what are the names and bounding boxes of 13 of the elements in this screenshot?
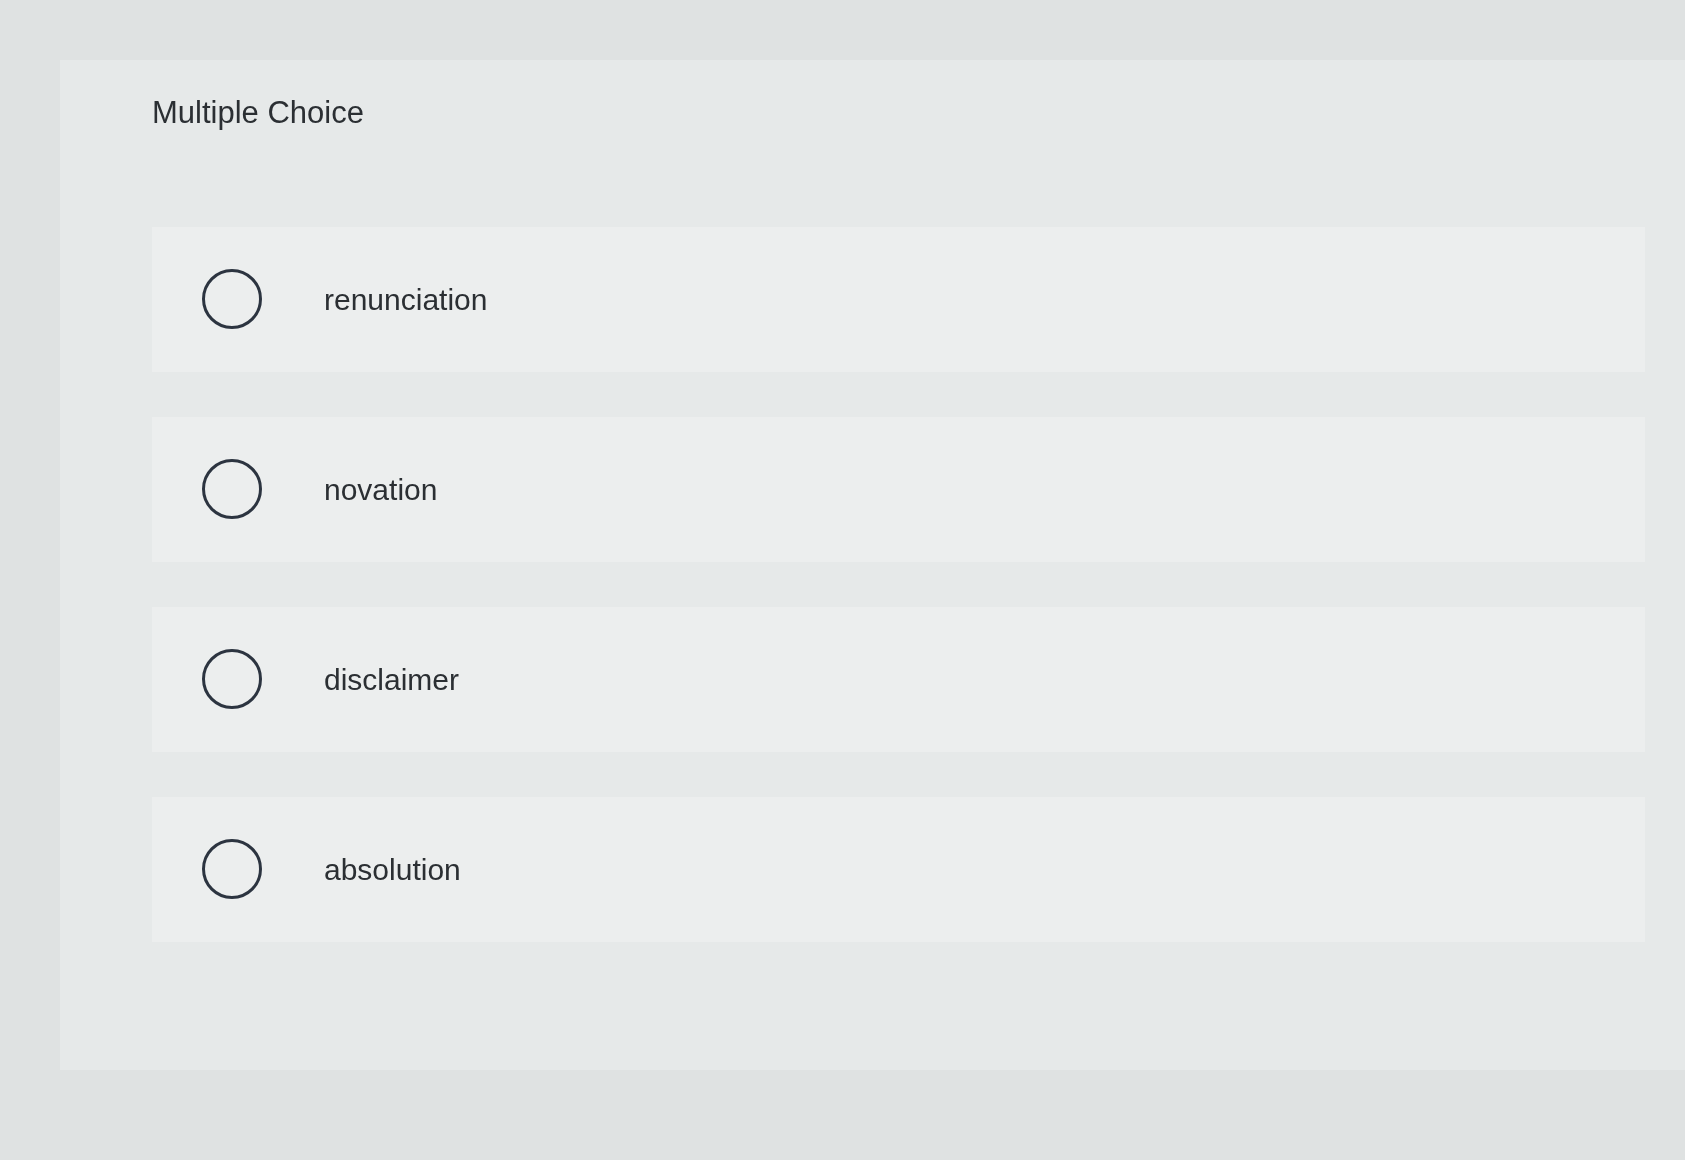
radio-button[interactable] <box>202 839 262 899</box>
radio-button[interactable] <box>202 459 262 519</box>
answer-option[interactable]: novation <box>152 416 1645 562</box>
answer-option[interactable]: absolution <box>152 796 1645 942</box>
option-label: disclaimer <box>324 661 460 698</box>
question-type-title: Multiple Choice <box>152 94 364 132</box>
answer-option[interactable]: renunciation <box>152 226 1645 372</box>
radio-button[interactable] <box>202 649 262 709</box>
option-label: renunciation <box>324 281 488 318</box>
option-label: novation <box>324 471 438 508</box>
radio-button[interactable] <box>202 269 262 329</box>
option-label: absolution <box>324 851 461 888</box>
answer-option[interactable]: disclaimer <box>152 606 1645 752</box>
